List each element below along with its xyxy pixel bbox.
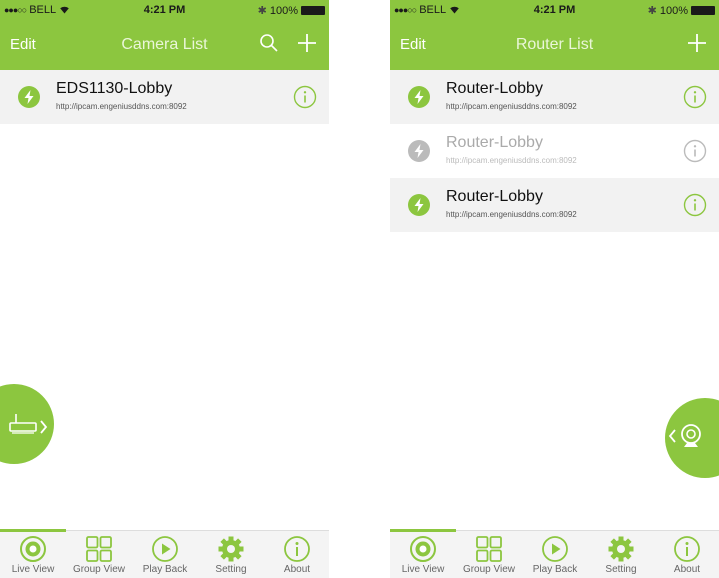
camera-list-screen: ●●●○○ BELL 4:21 PM ✱ 100% Edit Camera List… [0,0,329,578]
tab-live-view[interactable]: Live View [390,535,456,575]
add-icon[interactable] [295,31,319,55]
router-url: http://ipcam.engeniusddns.com:8092 [446,156,577,165]
tab-live-view[interactable]: Live View [0,535,66,575]
bolt-icon [408,86,430,108]
tab-indicator [0,529,66,532]
battery-icon [691,6,715,15]
router-url: http://ipcam.engeniusddns.com:8092 [446,102,577,111]
tab-about[interactable]: About [264,535,329,575]
tab-label: About [283,564,311,575]
play-back-icon [542,536,568,562]
bolt-icon [18,86,40,108]
status-bar: ●●●○○ BELL 4:21 PM ✱ 100% [390,0,719,20]
list-item[interactable]: Router-Lobby http://ipcam.engeniusddns.c… [390,178,719,232]
tab-label: Group View [462,564,516,575]
info-icon[interactable] [293,85,317,109]
gear-icon [608,536,634,562]
tab-label: Setting [605,564,637,575]
battery-percent: 100% [269,4,298,17]
bolt-icon [408,140,430,162]
router-forward-icon [9,414,48,434]
camera-url: http://ipcam.engeniusddns.com:8092 [56,102,187,111]
router-name: Router-Lobby [446,80,543,97]
router-name: Router-Lobby [446,134,543,151]
tab-play-back[interactable]: Play Back [132,535,198,575]
live-view-icon [410,536,436,562]
router-list-switch-button[interactable] [0,384,54,464]
group-view-icon [86,536,112,562]
status-bar: ●●●○○ BELL 4:21 PM ✱ 100% [0,0,329,20]
info-icon[interactable] [683,85,707,109]
nav-bar: Edit Router List [390,20,719,70]
router-list-screen: ●●●○○ BELL 4:21 PM ✱ 100% Edit Router List… [390,0,719,578]
list-item[interactable]: Router-Lobby http://ipcam.engeniusddns.c… [390,124,719,178]
tab-bar: Live View Group View Play Back Setting A… [390,529,719,578]
gear-icon [218,536,244,562]
battery-icon [301,6,325,15]
router-list: Router-Lobby http://ipcam.engeniusddns.c… [390,70,719,232]
camera-list: EDS1130-Lobby http://ipcam.engeniusddns.… [0,70,329,124]
tab-label: Setting [215,564,247,575]
info-icon [284,536,310,562]
router-url: http://ipcam.engeniusddns.com:8092 [446,210,577,219]
tab-label: Group View [72,564,126,575]
tab-label: Play Back [142,564,188,575]
tab-group-view[interactable]: Group View [456,535,522,575]
tab-label: About [673,564,701,575]
nav-bar: Edit Camera List [0,20,329,70]
bluetooth-icon: ✱ [647,5,657,17]
play-back-icon [152,536,178,562]
tab-setting[interactable]: Setting [588,535,654,575]
tab-indicator [390,529,456,532]
tab-setting[interactable]: Setting [198,535,264,575]
list-item[interactable]: EDS1130-Lobby http://ipcam.engeniusddns.… [0,70,329,124]
info-icon [674,536,700,562]
tab-bar: Live View Group View Play Back Setting A… [0,529,329,578]
page-title: Router List [515,36,594,53]
search-icon[interactable] [257,31,281,55]
tab-label: Live View [401,564,445,575]
tab-label: Live View [11,564,55,575]
live-view-icon [20,536,46,562]
tab-about[interactable]: About [654,535,719,575]
add-icon[interactable] [685,31,709,55]
router-name: Router-Lobby [446,188,543,205]
bluetooth-icon: ✱ [257,5,267,17]
camera-list-switch-button[interactable] [665,398,719,478]
info-icon[interactable] [683,139,707,163]
list-item[interactable]: Router-Lobby http://ipcam.engeniusddns.c… [390,70,719,124]
battery-percent: 100% [659,4,688,17]
bolt-icon [408,194,430,216]
camera-name: EDS1130-Lobby [56,80,173,97]
tab-play-back[interactable]: Play Back [522,535,588,575]
tab-group-view[interactable]: Group View [66,535,132,575]
info-icon[interactable] [683,193,707,217]
group-view-icon [476,536,502,562]
camera-back-icon [668,424,701,447]
tab-label: Play Back [532,564,578,575]
